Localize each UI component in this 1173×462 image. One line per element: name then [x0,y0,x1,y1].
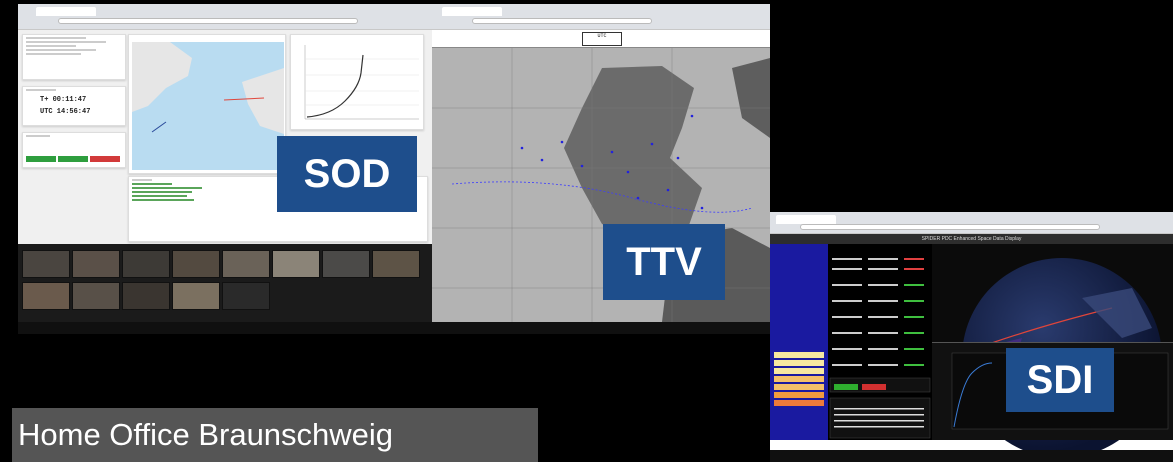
participant-video[interactable] [72,250,120,278]
participant-video[interactable] [272,250,320,278]
status-chip-alert [90,156,120,162]
windows-taskbar[interactable] [18,322,432,334]
participant-video[interactable] [22,250,70,278]
status-chip-ok [26,156,56,162]
participant-video[interactable] [322,250,370,278]
video-call-window [18,244,432,322]
address-bar[interactable] [800,224,1100,230]
status-card [22,132,126,168]
label-sdi: SDI [1006,348,1114,412]
sdi-button[interactable] [774,376,824,382]
browser-tab[interactable] [36,7,96,16]
monitor-sdi: SPIDER PDC Enhanced Space Data Display [770,212,1173,462]
sdi-button[interactable] [774,392,824,398]
location-caption: Home Office Braunschweig [12,408,538,462]
browser-toolbar [432,4,770,30]
sdi-event-table [829,258,931,439]
participant-video[interactable] [72,282,120,310]
trajectory-map[interactable] [132,42,284,170]
participant-video[interactable] [222,250,270,278]
sdi-button[interactable] [774,368,824,374]
screen: T+ 00:11:47 UTC 14:56:47 UTC SPIDER PDC … [0,0,1173,462]
sdi-event-list [828,244,932,440]
sdi-button[interactable] [774,384,824,390]
sdi-button[interactable] [774,352,824,358]
browser-tab[interactable] [776,215,836,224]
sdi-control-panel [770,244,828,440]
participant-video[interactable] [222,282,270,310]
windows-taskbar[interactable] [770,450,1173,462]
altitude-chart-card [290,34,424,130]
sdi-button[interactable] [774,360,824,366]
label-sod: SOD [277,136,417,212]
participant-video[interactable] [122,282,170,310]
utc-clock: UTC 14:56:47 [40,108,91,116]
address-bar[interactable] [58,18,358,24]
mission-elapsed-time: T+ 00:11:47 [40,96,87,104]
address-bar[interactable] [472,18,652,24]
browser-tab[interactable] [442,7,502,16]
sdi-red-button [862,384,886,390]
windows-taskbar[interactable] [432,322,770,334]
altitude-chart [304,45,419,120]
participant-video[interactable] [22,282,70,310]
participant-video[interactable] [372,250,420,278]
sdi-green-button [834,384,858,390]
ttv-header: UTC [432,30,770,48]
sdi-title: SPIDER PDC Enhanced Space Data Display [770,234,1173,244]
status-chip-ok [58,156,88,162]
label-ttv: TTV [603,224,725,300]
mission-time-card [22,86,126,126]
sdi-button[interactable] [774,400,824,406]
browser-toolbar [770,212,1173,234]
participant-video[interactable] [172,250,220,278]
browser-toolbar [18,4,432,30]
flight-info-card [22,34,126,80]
participant-video[interactable] [172,282,220,310]
ttv-utc-label: UTC [582,32,622,46]
participant-video[interactable] [122,250,170,278]
map-layer [132,42,284,134]
